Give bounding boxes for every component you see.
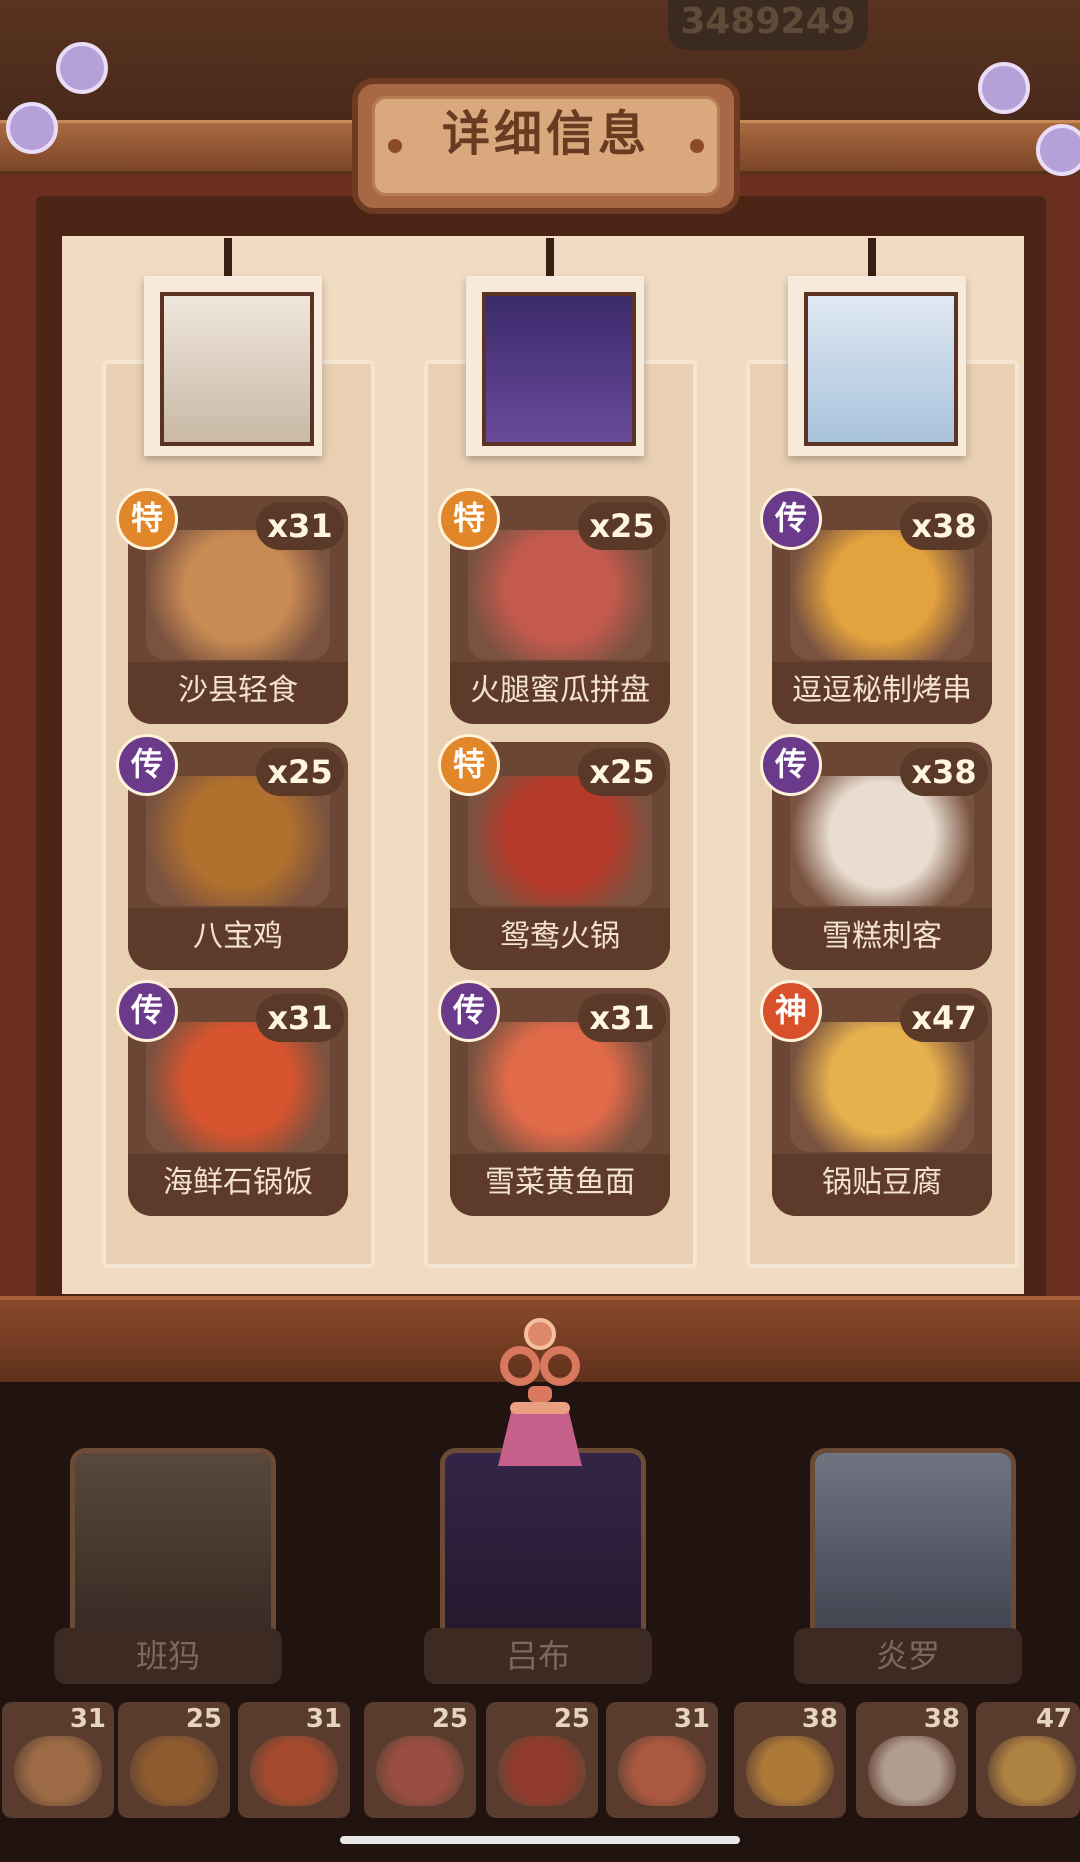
dish-strip-item[interactable]: 25 [486,1702,598,1818]
dish-strip-item[interactable]: 31 [2,1702,114,1818]
dish-strip-item[interactable]: 38 [734,1702,846,1818]
tassel-ornament-icon [498,1318,582,1466]
dish-name: 八宝鸡 [128,908,348,970]
dish-name: 鸳鸯火锅 [450,908,670,970]
elf-character-icon [815,1453,1011,1643]
grade-badge: 传 [760,488,822,550]
dish-name: 逗逗秘制烤串 [772,662,992,724]
dish-count: x47 [900,994,988,1042]
ice-cream-assassin-icon [868,1736,956,1806]
shaxian-snack-icon [14,1736,102,1806]
dish-count: x25 [578,748,666,796]
dish-strip-count: 38 [801,1704,838,1734]
character-card[interactable] [70,1448,276,1648]
photo-hanger [224,238,232,278]
dish-name: 雪糕刺客 [772,908,992,970]
flower-decoration-icon [56,42,108,94]
title-plaque: 详细信息 [352,78,740,214]
dish-strip-item[interactable]: 47 [976,1702,1080,1818]
dish-name: 沙县轻食 [128,662,348,724]
dish-strip-item[interactable]: 38 [856,1702,968,1818]
dish-card[interactable]: x38 传雪糕刺客 [760,734,992,970]
dish-name: 雪菜黄鱼面 [450,1154,670,1216]
photo-hanger [868,238,876,278]
dish-card[interactable]: x38 传逗逗秘制烤串 [760,488,992,724]
grade-badge: 传 [116,980,178,1042]
dish-name: 锅贴豆腐 [772,1154,992,1216]
flower-decoration-icon [1036,124,1080,176]
dish-strip-item[interactable]: 31 [238,1702,350,1818]
grade-badge: 特 [116,488,178,550]
flower-decoration-icon [978,62,1030,114]
dish-strip-count: 25 [185,1704,222,1734]
score-counter: 3489249 [668,0,868,50]
dish-card[interactable]: x25 特鸳鸯火锅 [438,734,670,970]
character-card[interactable] [440,1448,646,1648]
secret-skewer-icon [746,1736,834,1806]
grade-badge: 传 [760,734,822,796]
dish-strip-count: 31 [673,1704,710,1734]
dish-count: x31 [256,502,344,550]
chef-character-icon [75,1453,271,1643]
dish-strip-item[interactable]: 31 [606,1702,718,1818]
grade-badge: 传 [438,980,500,1042]
home-indicator[interactable] [340,1836,740,1844]
dish-count: x31 [256,994,344,1042]
chef-portrait-icon [160,292,314,446]
character-photo[interactable] [466,276,644,456]
seafood-stone-pot-rice-icon [250,1736,338,1806]
character-photo[interactable] [144,276,322,456]
dish-card[interactable]: x31 特沙县轻食 [116,488,348,724]
dish-card[interactable]: x31 传海鲜石锅饭 [116,980,348,1216]
character-card[interactable] [810,1448,1016,1648]
pan-fried-tofu-icon [988,1736,1076,1806]
dish-card[interactable]: x47 神锅贴豆腐 [760,980,992,1216]
yuanyang-hotpot-icon [498,1736,586,1806]
dish-strip-count: 31 [305,1704,342,1734]
dish-name: 火腿蜜瓜拼盘 [450,662,670,724]
dish-name: 海鲜石锅饭 [128,1154,348,1216]
eight-treasure-chicken-icon [130,1736,218,1806]
grade-badge: 传 [116,734,178,796]
dish-card[interactable]: x31 传雪菜黄鱼面 [438,980,670,1216]
flower-decoration-icon [6,102,58,154]
grade-badge: 神 [760,980,822,1042]
character-name: 班犸 [54,1628,282,1684]
dish-count: x25 [256,748,344,796]
dish-strip-count: 31 [69,1704,106,1734]
dish-count: x25 [578,502,666,550]
dish-strip-count: 25 [553,1704,590,1734]
dish-strip-count: 25 [431,1704,468,1734]
dish-strip-item[interactable]: 25 [364,1702,476,1818]
character-name: 炎罗 [794,1628,1022,1684]
warrior-portrait-icon [482,292,636,446]
dish-strip-count: 47 [1035,1704,1072,1734]
elf-portrait-icon [804,292,958,446]
photo-hanger [546,238,554,278]
dish-card[interactable]: x25 传八宝鸡 [116,734,348,970]
ham-melon-platter-icon [376,1736,464,1806]
grade-badge: 特 [438,488,500,550]
page-title: 详细信息 [441,106,650,162]
warrior-character-icon [445,1453,641,1643]
dish-card[interactable]: x25 特火腿蜜瓜拼盘 [438,488,670,724]
pickled-cabbage-fish-noodle-icon [618,1736,706,1806]
dish-count: x31 [578,994,666,1042]
dish-strip-item[interactable]: 25 [118,1702,230,1818]
character-photo[interactable] [788,276,966,456]
dish-count: x38 [900,748,988,796]
dish-count: x38 [900,502,988,550]
dish-strip-count: 38 [923,1704,960,1734]
character-name: 吕布 [424,1628,652,1684]
grade-badge: 特 [438,734,500,796]
